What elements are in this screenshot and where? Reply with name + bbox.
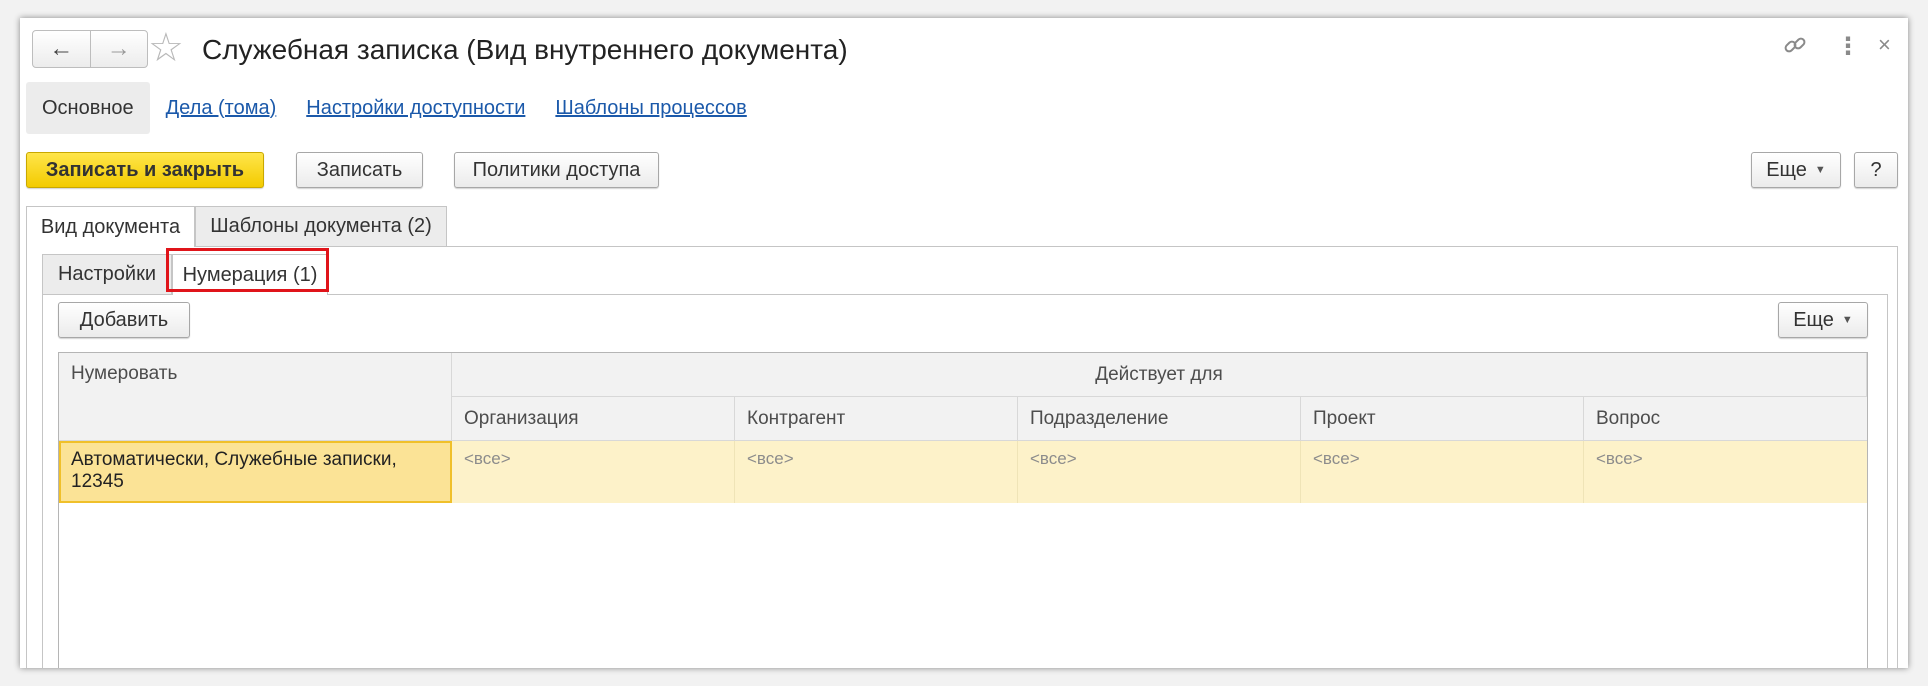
more-button-label: Еще [1766,158,1807,181]
access-policies-button[interactable]: Политики доступа [454,152,659,188]
highlight-box [166,248,329,292]
tab-document-templates[interactable]: Шаблоны документа (2) [195,206,447,246]
section-main[interactable]: Основное [26,82,150,134]
forward-button[interactable]: → [89,31,148,67]
numbering-more-button[interactable]: Еще ▼ [1778,302,1868,338]
cell-project[interactable]: <все> [1301,441,1584,503]
section-bar: Основное Дела (тома) Настройки доступнос… [26,82,761,134]
column-header-counterparty[interactable]: Контрагент [735,397,1018,441]
cell-organization[interactable]: <все> [452,441,735,503]
save-and-close-button[interactable]: Записать и закрыть [26,152,264,188]
column-header-organization[interactable]: Организация [452,397,735,441]
column-header-department[interactable]: Подразделение [1018,397,1301,441]
form-window: ← → ☆ Служебная записка (Вид внутреннего… [20,18,1908,668]
link-icon[interactable] [1782,32,1808,65]
numbering-table: Нумеровать Действует для Организация Кон… [58,352,1868,668]
back-button[interactable]: ← [33,31,90,67]
arrow-left-icon: ← [49,35,74,62]
cell-counterparty[interactable]: <все> [735,441,1018,503]
tab-settings[interactable]: Настройки [42,254,172,294]
section-link-cases[interactable]: Дела (тома) [166,97,277,120]
more-button[interactable]: Еще ▼ [1751,152,1841,188]
page-title: Служебная записка (Вид внутреннего докум… [202,34,848,65]
more-vertical-icon[interactable]: ⋮ [1836,32,1860,61]
section-link-process-templates[interactable]: Шаблоны процессов [555,97,746,120]
save-button[interactable]: Записать [296,152,423,188]
column-header-numerate[interactable]: Нумеровать [59,353,452,441]
numbering-more-label: Еще [1793,308,1834,331]
caret-down-icon: ▼ [1841,314,1853,326]
help-button[interactable]: ? [1854,152,1898,188]
cell-numerate[interactable]: Автоматически, Служебные записки, 12345 [59,441,452,503]
column-header-question[interactable]: Вопрос [1584,397,1867,441]
navigation-buttons: ← → [32,30,148,68]
tab-document-kind[interactable]: Вид документа [26,206,195,247]
column-header-project[interactable]: Проект [1301,397,1584,441]
cell-question[interactable]: <все> [1584,441,1867,503]
add-button[interactable]: Добавить [58,302,190,338]
star-icon[interactable]: ☆ [148,28,184,68]
arrow-right-icon: → [106,35,131,62]
column-group-applies-for: Действует для [452,353,1867,397]
section-link-access-settings[interactable]: Настройки доступности [306,97,525,120]
caret-down-icon: ▼ [1814,164,1826,176]
cell-department[interactable]: <все> [1018,441,1301,503]
close-icon[interactable]: × [1878,32,1891,58]
